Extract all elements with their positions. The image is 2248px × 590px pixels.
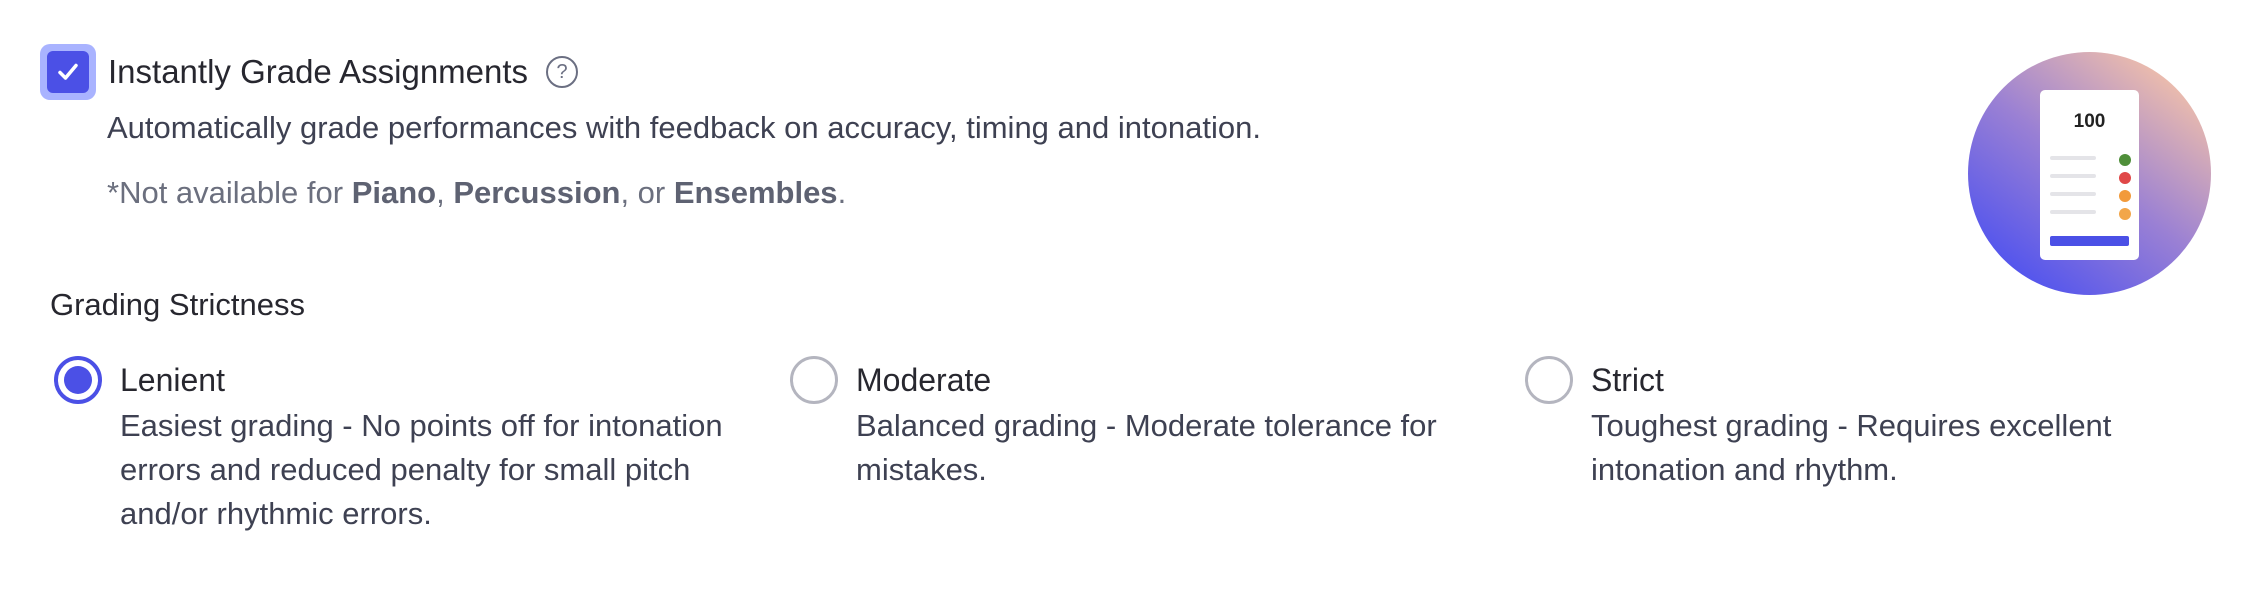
checkbox-fill [47,51,89,93]
indicator-dot [2119,172,2131,184]
instant-grade-checkbox[interactable] [40,44,96,100]
desc-line: Easiest grading - No points off for into… [120,408,723,443]
checkmark-icon [58,63,78,80]
option-moderate-text: Moderate Balanced grading - Moderate tol… [856,356,1437,492]
grading-strictness-title: Grading Strictness [50,287,305,322]
option-strict-description: Toughest grading - Requires excellent in… [1591,404,2111,492]
indicator-dot [2119,154,2131,166]
question-circle-icon[interactable]: ? [546,56,579,88]
desc-line: mistakes. [856,452,987,487]
note-sep1: , [436,175,454,210]
grading-illustration: 100 [1968,52,2211,295]
availability-note: *Not available for Piano, Percussion, or… [107,175,846,211]
desc-line: Balanced grading - Moderate tolerance fo… [856,408,1437,443]
desc-line: and/or rhythmic errors. [120,496,432,531]
option-moderate[interactable]: Moderate Balanced grading - Moderate tol… [790,356,1437,492]
option-strict[interactable]: Strict Toughest grading - Requires excel… [1525,356,2111,492]
grading-settings-panel: Instantly Grade Assignments ? Automatica… [0,0,2248,590]
instant-grade-title[interactable]: Instantly Grade Assignments [108,53,528,91]
instant-grade-description: Automatically grade performances with fe… [107,110,1261,145]
instant-grade-section: Instantly Grade Assignments ? [40,40,579,104]
card-progress-bar [2050,236,2129,246]
desc-line: errors and reduced penalty for small pit… [120,452,691,487]
radio-lenient[interactable] [54,356,102,404]
radio-selected-dot [64,366,92,394]
card-line [2050,156,2096,160]
radio-strict[interactable] [1525,356,1573,404]
card-line [2050,192,2096,196]
option-strict-text: Strict Toughest grading - Requires excel… [1591,356,2111,492]
option-lenient-description: Easiest grading - No points off for into… [120,404,723,536]
note-prefix: *Not available for [107,175,352,210]
indicator-dot [2119,208,2131,220]
option-moderate-description: Balanced grading - Moderate tolerance fo… [856,404,1437,492]
desc-line: Toughest grading - Requires excellent [1591,408,2112,443]
note-piano: Piano [351,175,437,210]
radio-moderate[interactable] [790,356,838,404]
score-card-illustration: 100 [1968,52,2211,295]
option-moderate-label[interactable]: Moderate [856,356,1437,404]
indicator-dot [2119,190,2131,202]
note-ensembles: Ensembles [673,175,838,210]
instant-grade-row: Instantly Grade Assignments ? [40,40,579,104]
note-suffix: . [837,175,847,210]
card-line [2050,174,2096,178]
desc-line: intonation and rhythm. [1591,452,1898,487]
option-lenient-label[interactable]: Lenient [120,356,723,404]
option-lenient-text: Lenient Easiest grading - No points off … [120,356,723,536]
option-strict-label[interactable]: Strict [1591,356,2111,404]
score-value: 100 [2074,111,2106,132]
card-line [2050,210,2096,214]
option-lenient[interactable]: Lenient Easiest grading - No points off … [54,356,723,536]
note-sep2: , or [620,175,674,210]
note-percussion: Percussion [453,175,621,210]
